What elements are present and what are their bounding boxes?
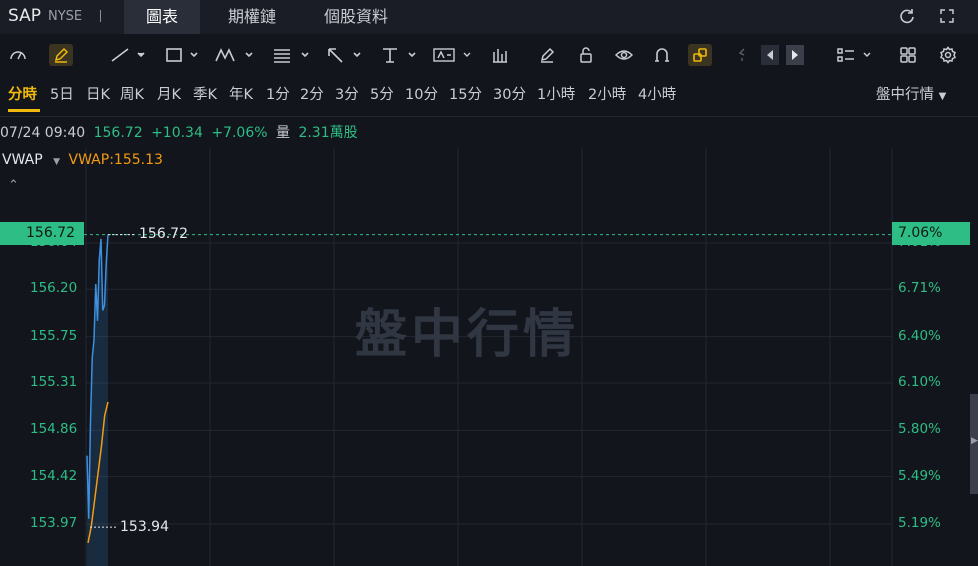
period-intraday[interactable]: 分時 bbox=[8, 84, 37, 106]
period-10min[interactable]: 10分 bbox=[405, 84, 438, 106]
y-axis-left-tick: 153.97 bbox=[30, 515, 78, 531]
arrow-left-icon[interactable] bbox=[760, 44, 780, 66]
collapse-chevron-icon[interactable]: ⌃ bbox=[8, 178, 19, 193]
y-axis-right-tick: 5.80% bbox=[898, 421, 941, 438]
period-4hour[interactable]: 4小時 bbox=[638, 84, 676, 106]
quote-change: +10.34 bbox=[151, 125, 203, 141]
y-axis-left-tick: 156.20 bbox=[30, 280, 78, 297]
period-2hour[interactable]: 2小時 bbox=[588, 84, 626, 106]
label-tool-icon[interactable] bbox=[432, 44, 476, 66]
y-axis-left-tick: 154.86 bbox=[30, 421, 78, 438]
lock-icon[interactable] bbox=[574, 44, 598, 66]
refresh-icon[interactable] bbox=[898, 7, 916, 25]
eye-icon[interactable] bbox=[612, 44, 636, 66]
quote-change-pct: +7.06% bbox=[211, 125, 268, 141]
period-2min[interactable]: 2分 bbox=[300, 84, 324, 106]
magnet-icon[interactable] bbox=[650, 44, 674, 66]
indicator-gauge-icon[interactable] bbox=[6, 44, 30, 66]
quote-price: 156.72 bbox=[93, 125, 143, 141]
tab-chart[interactable]: 圖表 bbox=[124, 0, 200, 34]
period-3min[interactable]: 3分 bbox=[335, 84, 359, 106]
list-layout-icon[interactable] bbox=[836, 44, 876, 66]
y-axis-right-tick: 5.19% bbox=[898, 515, 941, 531]
tab-options-chain[interactable]: 期權鏈 bbox=[206, 0, 298, 34]
tab-stock-info[interactable]: 個股資料 bbox=[303, 0, 409, 34]
grid-layout-icon[interactable] bbox=[896, 44, 920, 66]
session-mode-label: 盤中行情 bbox=[876, 87, 934, 103]
rectangle-tool-icon[interactable] bbox=[163, 44, 203, 66]
symbol-ticker: SAP bbox=[8, 6, 41, 26]
period-bar-divider bbox=[0, 116, 978, 117]
last-pct-tag: 7.06% bbox=[892, 222, 970, 245]
quote-summary: 07/24 09:40 156.72 +10.34 +7.06% 量 2.31萬… bbox=[0, 122, 362, 142]
y-axis-right-tick: 6.40% bbox=[898, 327, 941, 344]
session-mode-dropdown[interactable]: 盤中行情 ▼ bbox=[876, 84, 946, 108]
last-price-annotation: 156.72 bbox=[139, 226, 188, 242]
settings-icon[interactable] bbox=[936, 44, 960, 66]
period-yearly[interactable]: 年K bbox=[229, 84, 253, 106]
period-15min[interactable]: 15分 bbox=[449, 84, 482, 106]
header-separator bbox=[100, 10, 101, 22]
period-weekly[interactable]: 周K bbox=[120, 84, 144, 106]
indicator-legend: VWAP ▼ VWAP:155.13 bbox=[2, 152, 163, 168]
selected-period-indicator bbox=[8, 109, 40, 112]
last-price-tag: 156.72 bbox=[0, 222, 84, 245]
indicator-name[interactable]: VWAP bbox=[2, 152, 43, 168]
wave-tool-icon[interactable] bbox=[214, 44, 258, 66]
pencil-draw-icon[interactable] bbox=[49, 44, 73, 66]
step-back-icon[interactable] bbox=[735, 44, 749, 66]
y-axis-left-tick: 154.42 bbox=[30, 467, 78, 484]
period-quarterly[interactable]: 季K bbox=[193, 84, 217, 106]
eraser-icon[interactable] bbox=[535, 44, 559, 66]
link-icon[interactable] bbox=[688, 44, 712, 66]
y-axis-right-tick: 6.71% bbox=[898, 280, 941, 297]
period-5min[interactable]: 5分 bbox=[370, 84, 394, 106]
exchange-label: NYSE bbox=[48, 9, 83, 24]
period-1hour[interactable]: 1小時 bbox=[537, 84, 575, 106]
fib-tool-icon[interactable] bbox=[270, 44, 314, 66]
period-30min[interactable]: 30分 bbox=[493, 84, 526, 106]
period-1min[interactable]: 1分 bbox=[266, 84, 290, 106]
indicator-value: VWAP:155.13 bbox=[68, 152, 163, 168]
scroll-arrow-icon[interactable]: ▶ bbox=[971, 436, 978, 446]
fullscreen-icon[interactable] bbox=[938, 7, 956, 25]
caret-down-icon: ▼ bbox=[938, 91, 947, 102]
y-axis-left-tick: 155.31 bbox=[30, 373, 78, 390]
arrow-tool-icon[interactable] bbox=[324, 44, 368, 66]
period-daily[interactable]: 日K bbox=[86, 84, 110, 106]
low-price-annotation: 153.94 bbox=[120, 519, 169, 535]
y-axis-right-tick: 6.10% bbox=[898, 373, 941, 390]
period-5d[interactable]: 5日 bbox=[50, 84, 74, 106]
text-tool-icon[interactable] bbox=[379, 44, 423, 66]
quote-volume: 2.31萬股 bbox=[298, 125, 358, 141]
bar-measure-icon[interactable] bbox=[488, 44, 512, 66]
y-axis-right-tick: 5.49% bbox=[898, 467, 941, 484]
chart-watermark: 盤中行情 bbox=[355, 305, 580, 365]
arrow-right-icon[interactable] bbox=[785, 44, 805, 66]
quote-datetime: 07/24 09:40 bbox=[0, 125, 86, 141]
quote-volume-label: 量 bbox=[276, 125, 290, 141]
period-monthly[interactable]: 月K bbox=[157, 84, 181, 106]
indicator-caret-icon[interactable]: ▼ bbox=[53, 157, 60, 167]
line-tool-icon[interactable] bbox=[108, 44, 148, 66]
y-axis-left-tick: 155.75 bbox=[30, 327, 78, 344]
